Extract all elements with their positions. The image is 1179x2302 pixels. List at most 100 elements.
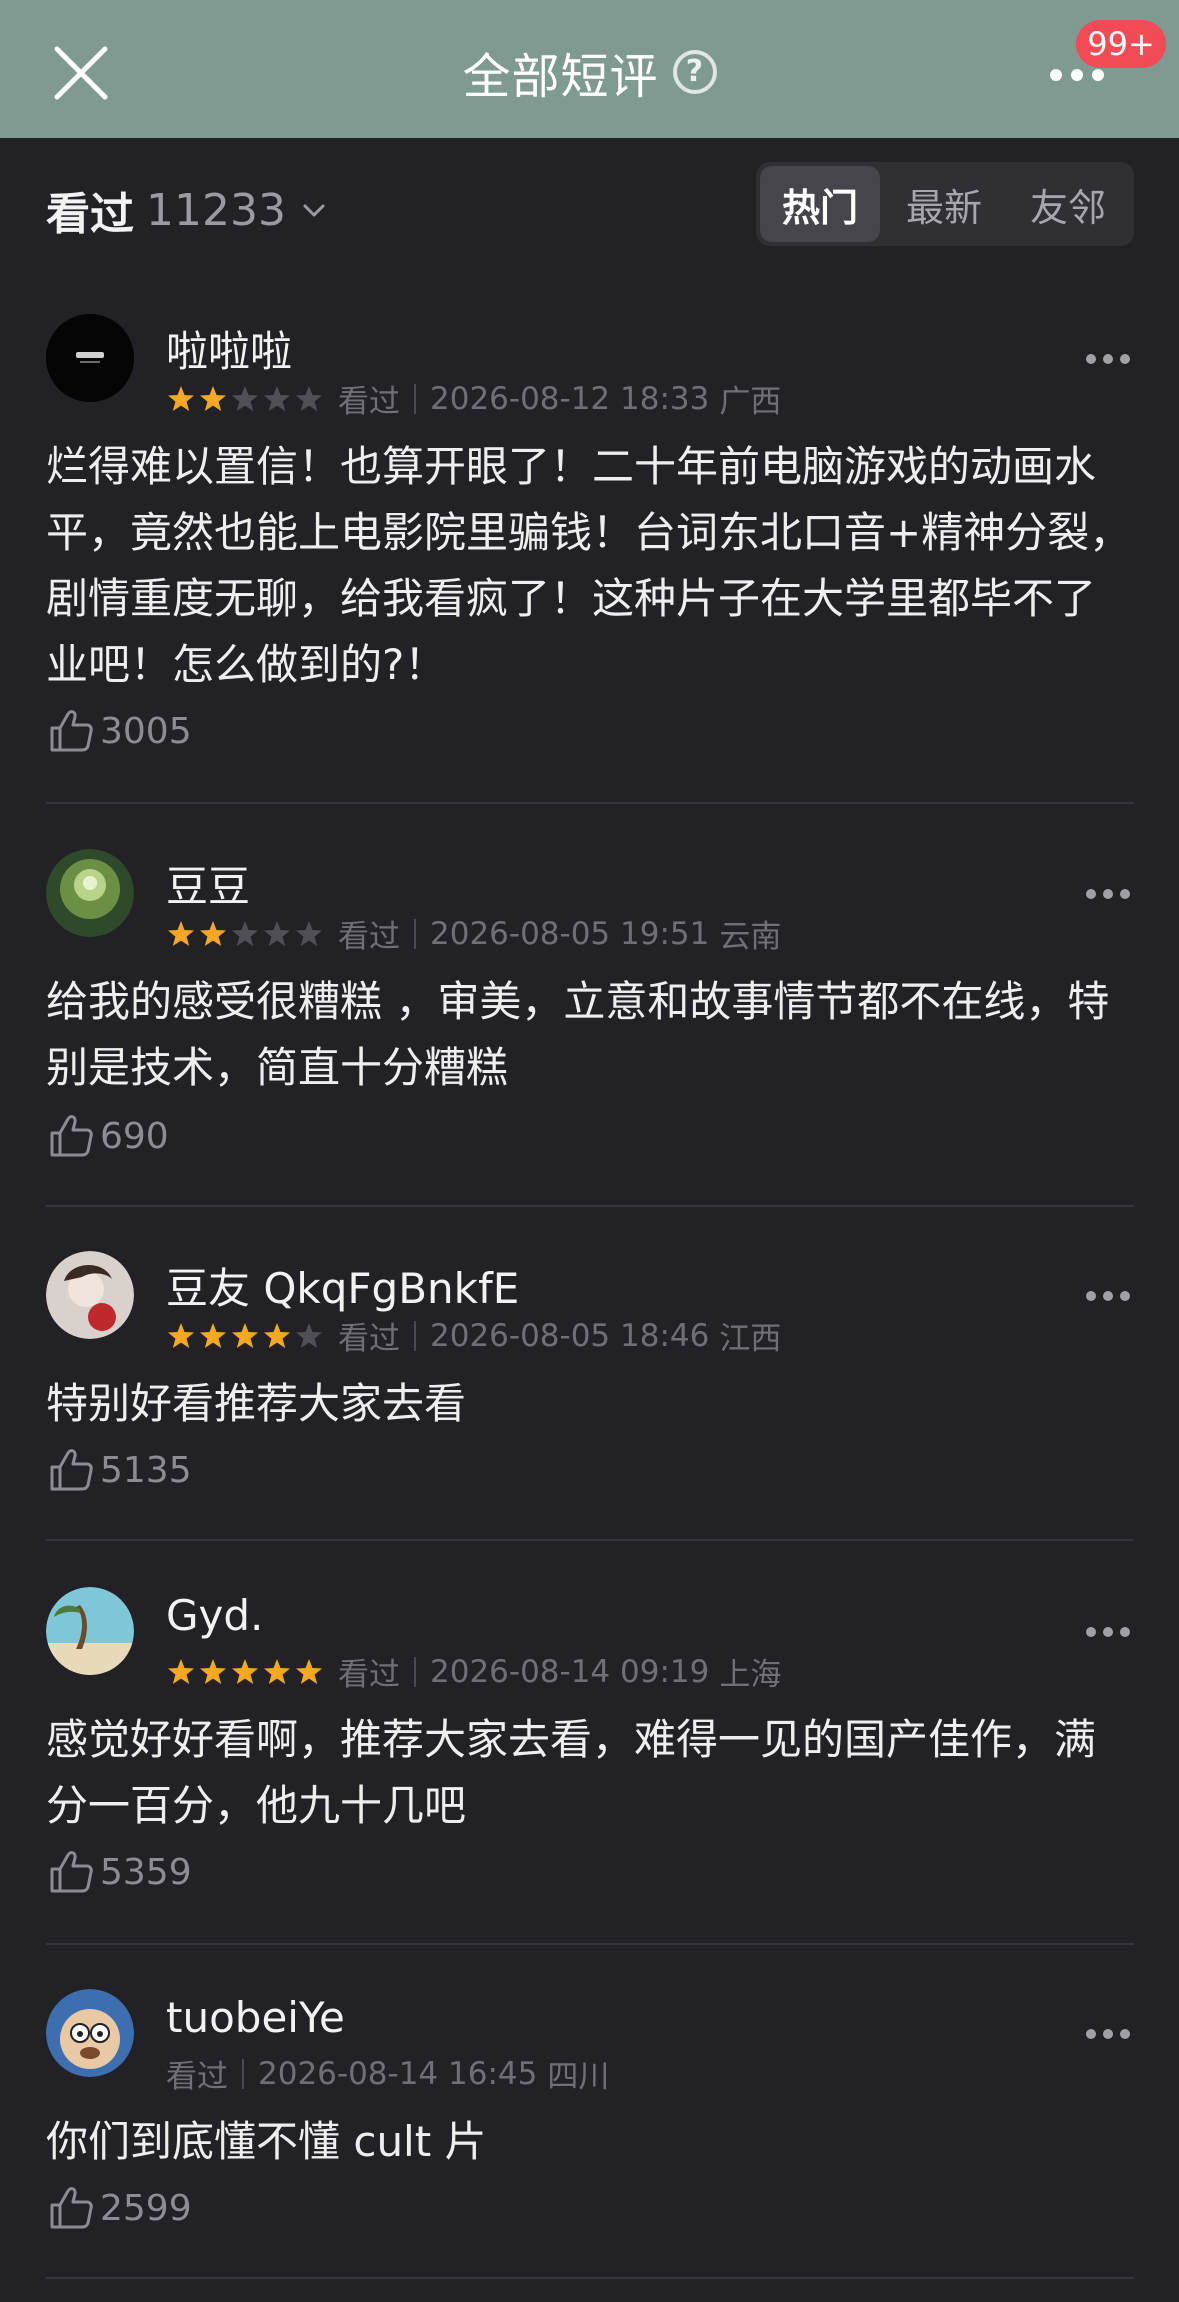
divider xyxy=(46,1539,1134,1541)
star-icon xyxy=(200,385,226,411)
watch-status: 看过 xyxy=(338,1321,400,1357)
divider xyxy=(46,802,1134,804)
like-button[interactable]: 690 xyxy=(46,1111,169,1161)
watched-filter-dropdown[interactable]: 看过 11233 xyxy=(46,178,328,242)
star-icon xyxy=(264,1322,290,1348)
sort-segmented-control: 热门 最新 友邻 xyxy=(756,162,1134,246)
review-meta: 看过 2026-08-05 19:51 云南 xyxy=(166,911,781,956)
watch-status: 看过 xyxy=(338,1657,400,1693)
username[interactable]: 豆友 QkqFgBnkfE xyxy=(166,1255,519,1316)
divider xyxy=(46,1943,1134,1945)
like-button[interactable]: 3005 xyxy=(46,706,192,756)
star-rating xyxy=(166,384,324,414)
star-icon xyxy=(168,1658,194,1684)
review-location: 广西 xyxy=(719,384,782,420)
more-dots-icon xyxy=(1086,1627,1096,1637)
review-datetime: 2026-08-14 16:45 xyxy=(258,2055,538,2092)
review-text: 特别好看推荐大家去看 xyxy=(46,1379,467,1428)
watch-status: 看过 xyxy=(166,2059,228,2095)
review-item: 豆友 QkqFgBnkfE 看过 2026-08-05 18:46 江西 特别好… xyxy=(0,1247,1179,1547)
like-button[interactable]: 5359 xyxy=(46,1847,192,1897)
review-text: 你们到底懂不懂 cult 片 xyxy=(46,2117,487,2166)
avatar[interactable] xyxy=(46,1251,134,1339)
avatar-image xyxy=(46,1989,134,2077)
username[interactable]: Gyd. xyxy=(166,1591,263,1640)
like-button[interactable]: 2599 xyxy=(46,2183,192,2233)
review-text: 给我的感受很糟糕 ，审美，立意和故事情节都不在线，特别是技术，简直十分糟糕 xyxy=(46,977,1110,1092)
more-dot xyxy=(1120,354,1130,364)
avatar-image xyxy=(46,849,134,937)
more-dot xyxy=(1120,1627,1130,1637)
tab-latest[interactable]: 最新 xyxy=(884,166,1004,242)
more-dot xyxy=(1120,889,1130,899)
like-count: 5359 xyxy=(100,1851,192,1893)
star-icon xyxy=(264,920,290,946)
more-dot xyxy=(1103,889,1113,899)
thumbs-up-icon xyxy=(50,710,93,752)
review-more-button[interactable] xyxy=(1086,1625,1132,1639)
username[interactable]: 豆豆 xyxy=(166,853,250,914)
watch-status: 看过 xyxy=(338,919,400,955)
tab-hot[interactable]: 热门 xyxy=(760,166,880,242)
username[interactable]: 啦啦啦 xyxy=(166,318,292,379)
meta-divider xyxy=(414,918,416,949)
review-meta: 看过 2026-08-14 09:19 上海 xyxy=(166,1649,781,1694)
review-location: 江西 xyxy=(719,1321,782,1357)
star-icon xyxy=(296,1322,322,1348)
star-icon xyxy=(296,385,322,411)
avatar[interactable] xyxy=(46,849,134,937)
question-circle-icon[interactable]: ? xyxy=(672,50,717,94)
avatar-image xyxy=(46,314,134,402)
like-count: 2599 xyxy=(100,2187,192,2229)
avatar[interactable] xyxy=(46,314,134,402)
review-more-button[interactable] xyxy=(1086,1289,1132,1303)
meta-divider xyxy=(242,2058,244,2089)
star-rating xyxy=(166,1321,324,1351)
review-more-button[interactable] xyxy=(1086,352,1132,366)
star-icon xyxy=(200,920,226,946)
review-more-button[interactable] xyxy=(1086,887,1132,901)
review-datetime: 2026-08-05 19:51 xyxy=(430,915,710,952)
review-text: 烂得难以置信！也算开眼了！二十年前电脑游戏的动画水平，竟然也能上电影院里骗钱！台… xyxy=(46,442,1132,689)
meta-divider xyxy=(414,1320,416,1351)
review-datetime: 2026-08-12 18:33 xyxy=(430,380,710,417)
more-dot xyxy=(1092,69,1104,81)
meta-divider xyxy=(414,383,416,414)
more-dots-icon xyxy=(1086,1291,1096,1301)
star-icon xyxy=(168,1322,194,1348)
review-more-button[interactable] xyxy=(1086,2027,1132,2041)
like-count: 3005 xyxy=(100,710,192,752)
star-rating xyxy=(166,1657,324,1687)
more-dots-icon xyxy=(1050,69,1062,81)
tab-friends[interactable]: 友邻 xyxy=(1008,166,1128,242)
thumbs-up-icon xyxy=(50,1115,93,1157)
more-dot xyxy=(1071,69,1083,81)
like-count: 690 xyxy=(100,1115,169,1157)
review-meta: 看过 2026-08-12 18:33 广西 xyxy=(166,376,781,421)
avatar[interactable] xyxy=(46,1587,134,1675)
review-meta: 看过 2026-08-14 16:45 四川 xyxy=(166,2051,609,2096)
star-icon xyxy=(232,1658,258,1684)
star-icon xyxy=(200,1658,226,1684)
review-location: 云南 xyxy=(719,919,782,955)
avatar[interactable] xyxy=(46,1989,134,2077)
like-button[interactable]: 5135 xyxy=(46,1445,192,1495)
review-location: 上海 xyxy=(719,1657,782,1693)
avatar-image xyxy=(46,1587,134,1675)
star-icon xyxy=(168,385,194,411)
more-dots-icon xyxy=(1086,354,1096,364)
watched-label: 看过 xyxy=(46,189,134,240)
username[interactable]: tuobeiYe xyxy=(166,1993,345,2042)
star-icon xyxy=(232,1322,258,1348)
star-icon xyxy=(264,1658,290,1684)
filter-row: 看过 11233 热门 最新 友邻 xyxy=(0,150,1179,260)
star-rating xyxy=(166,919,324,949)
more-dot xyxy=(1120,1291,1130,1301)
more-dot xyxy=(1103,354,1113,364)
review-item: 啦啦啦 看过 2026-08-12 18:33 广西 烂得难以置信！也算开眼了！… xyxy=(0,310,1179,810)
chevron-down-icon xyxy=(303,204,325,217)
star-icon xyxy=(232,385,258,411)
more-dot xyxy=(1103,1627,1113,1637)
review-item: 豆豆 看过 2026-08-05 19:51 云南 给我的感受很糟糕 ，审美，立… xyxy=(0,845,1179,1215)
review-datetime: 2026-08-14 09:19 xyxy=(430,1653,710,1690)
